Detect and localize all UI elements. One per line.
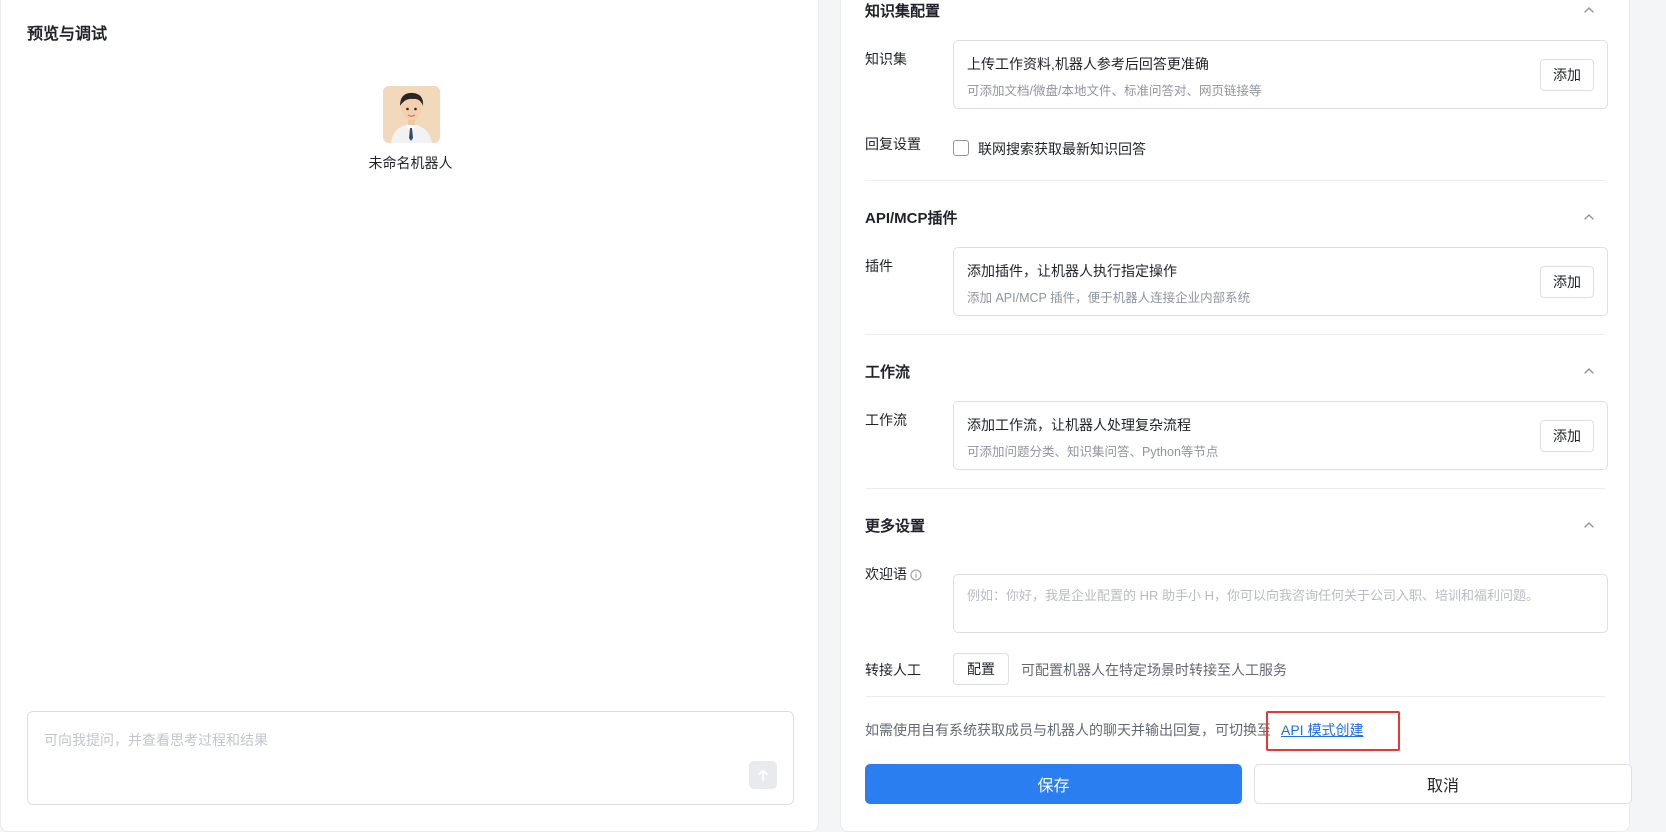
plugins-card-subtitle: 添加 API/MCP 插件，便于机器人连接企业内部系统	[967, 291, 1251, 305]
workflow-card: 添加工作流，让机器人处理复杂流程 可添加问题分类、知识集问答、Python等节点…	[953, 401, 1608, 470]
more-settings-section-title: 更多设置	[865, 518, 926, 535]
knowledge-row-label: 知识集	[865, 51, 907, 67]
add-workflow-button[interactable]: 添加	[1540, 420, 1594, 452]
cancel-button[interactable]: 取消	[1254, 764, 1632, 804]
handoff-description: 可配置机器人在特定场景时转接至人工服务	[1021, 662, 1287, 678]
web-search-label[interactable]: 联网搜索获取最新知识回答	[978, 139, 1146, 159]
plugins-card: 添加插件，让机器人执行指定操作 添加 API/MCP 插件，便于机器人连接企业内…	[953, 247, 1608, 316]
api-mode-note: 如需使用自有系统获取成员与机器人的聊天并输出回复，可切换至	[865, 722, 1271, 738]
reply-settings-label: 回复设置	[865, 136, 921, 152]
section-divider	[865, 488, 1605, 489]
section-divider	[865, 180, 1605, 181]
welcome-label: 欢迎语	[865, 566, 907, 582]
preview-title: 预览与调试	[27, 26, 108, 43]
workflow-card-subtitle: 可添加问题分类、知识集问答、Python等节点	[967, 445, 1219, 459]
api-mode-link[interactable]: API 模式创建	[1281, 720, 1363, 740]
section-divider	[865, 696, 1605, 697]
chevron-up-icon[interactable]	[1583, 521, 1595, 529]
web-search-checkbox[interactable]	[953, 140, 969, 156]
arrow-up-icon	[758, 769, 768, 781]
workflow-card-title: 添加工作流，让机器人处理复杂流程	[967, 417, 1191, 433]
plugins-row-label: 插件	[865, 258, 893, 274]
save-button[interactable]: 保存	[865, 764, 1242, 804]
plugins-section-title: API/MCP插件	[865, 210, 958, 227]
welcome-message-input[interactable]: 例如：你好，我是企业配置的 HR 助手小 H，你可以向我咨询任何关于公司入职、培…	[953, 574, 1608, 633]
chevron-up-icon[interactable]	[1583, 6, 1595, 14]
plugins-card-title: 添加插件，让机器人执行指定操作	[967, 263, 1177, 279]
chevron-up-icon[interactable]	[1583, 367, 1595, 375]
handoff-label: 转接人工	[865, 662, 921, 678]
welcome-row: 欢迎语	[865, 564, 922, 584]
chevron-up-icon[interactable]	[1583, 213, 1595, 221]
handoff-config-button[interactable]: 配置	[953, 653, 1009, 685]
bot-avatar	[383, 86, 440, 143]
info-icon[interactable]	[910, 569, 922, 581]
knowledge-card: 上传工作资料,机器人参考后回答更准确 可添加文档/微盘/本地文件、标准问答对、网…	[953, 40, 1608, 109]
chat-input[interactable]: 可向我提问，并查看思考过程和结果	[27, 711, 794, 805]
knowledge-card-title: 上传工作资料,机器人参考后回答更准确	[967, 56, 1209, 72]
welcome-message-placeholder: 例如：你好，我是企业配置的 HR 助手小 H，你可以向我咨询任何关于公司入职、培…	[967, 588, 1540, 603]
chat-input-placeholder: 可向我提问，并查看思考过程和结果	[44, 732, 268, 748]
bot-avatar-image	[383, 86, 440, 143]
workflow-section-title: 工作流	[865, 364, 911, 381]
config-panel: 知识集配置 知识集 上传工作资料,机器人参考后回答更准确 可添加文档/微盘/本地…	[840, 0, 1632, 832]
knowledge-section-title: 知识集配置	[865, 3, 941, 20]
preview-panel: 预览与调试 未命名机器人 可向我提问，并查看思考过程和结果	[0, 0, 819, 832]
add-plugin-button[interactable]: 添加	[1540, 266, 1594, 298]
add-knowledge-button[interactable]: 添加	[1540, 59, 1594, 91]
send-button[interactable]	[749, 761, 777, 789]
workflow-row-label: 工作流	[865, 412, 907, 428]
app-root: 预览与调试 未命名机器人 可向我提问，并查看思考过程和结果 知识集配置 知识集 …	[0, 0, 1666, 832]
knowledge-card-subtitle: 可添加文档/微盘/本地文件、标准问答对、网页链接等	[967, 84, 1262, 98]
section-divider	[865, 334, 1605, 335]
bot-name: 未命名机器人	[368, 155, 453, 171]
